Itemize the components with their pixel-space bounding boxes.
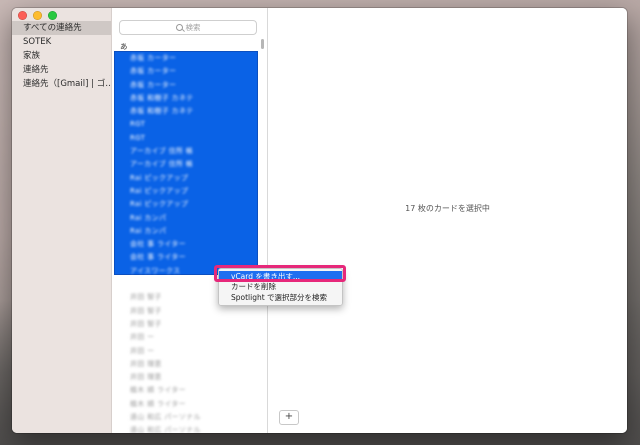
contact-name: Rai カンパ	[130, 226, 167, 235]
contact-row[interactable]: 井田 理恵	[112, 371, 258, 384]
search-placeholder: 検索	[185, 23, 201, 32]
sidebar-item-gmail-contacts[interactable]: 連絡先（[Gmail] | ゴ…	[12, 77, 111, 91]
contact-row[interactable]: 井田 智子	[112, 305, 258, 318]
sidebar-item-contacts[interactable]: 連絡先	[12, 63, 111, 77]
contact-name: Rai カンパ	[130, 213, 167, 222]
contact-name: 遠山 和広 パーソナル	[130, 413, 201, 422]
search-icon	[175, 24, 183, 31]
groups-sidebar: すべての連絡先 SOTEK 家族 連絡先 連絡先（[Gmail] | ゴ…	[12, 8, 112, 433]
close-button[interactable]	[18, 11, 27, 20]
sidebar-item-sotek[interactable]: SOTEK	[12, 35, 111, 49]
contact-name: 赤坂 和樹子 カネテ	[130, 93, 194, 102]
contact-row[interactable]: 遠山 和広 パーソナル	[112, 411, 258, 424]
contact-name: 井田 理恵	[130, 373, 162, 382]
minimize-button[interactable]	[33, 11, 42, 20]
contact-name: 会社 事 ライター	[130, 240, 186, 249]
contact-row[interactable]: 赤坂 カーター	[112, 52, 258, 65]
contact-row[interactable]: 植木 順 ライター	[112, 384, 258, 397]
contacts-list-column: 検索 あ 赤坂 カーター 赤坂 カーター 赤坂 カーター 赤坂 和樹子 カネテ 赤坂 和…	[112, 8, 268, 433]
groups-list: すべての連絡先 SOTEK 家族 連絡先 連絡先（[Gmail] | ゴ…	[12, 21, 111, 91]
contact-name: RGT	[130, 120, 146, 129]
contact-name: 井田 理恵	[130, 359, 162, 368]
contact-row[interactable]: アーカイブ 住所 帳	[112, 145, 258, 158]
contact-name: RGT	[130, 133, 146, 142]
contact-row[interactable]: 井田 ー	[112, 331, 258, 344]
contact-name: 井田 ー	[130, 346, 155, 355]
contact-row[interactable]: 赤坂 和樹子 カネテ	[112, 105, 258, 118]
scrollbar-thumb[interactable]	[261, 39, 264, 49]
contact-row[interactable]: 井田 智子	[112, 318, 258, 331]
contact-detail-pane: 17 枚のカードを選択中 +	[268, 8, 627, 433]
contact-name: 赤坂 カーター	[130, 67, 177, 76]
contact-name: 遠山 和広 パーソナル	[130, 426, 201, 433]
window-controls	[12, 8, 63, 30]
contact-name: アーカイブ 住所 帳	[130, 147, 194, 156]
contact-name: Rai ピックアップ	[130, 200, 189, 209]
zoom-button[interactable]	[48, 11, 57, 20]
contact-name: 赤坂 和樹子 カネテ	[130, 107, 194, 116]
contact-name: アイスワークス	[130, 266, 181, 275]
contact-row[interactable]: アーカイブ 住所 帳	[112, 158, 258, 171]
contact-name: 井田 智子	[130, 319, 162, 328]
contact-row[interactable]: 会社 事 ライター	[112, 251, 258, 264]
contact-name: 井田 ー	[130, 333, 155, 342]
contact-row[interactable]: Rai ピックアップ	[112, 198, 258, 211]
annotation-highlight-box	[214, 265, 346, 282]
contact-name: 井田 智子	[130, 293, 162, 302]
contact-name: 植木 順 ライター	[130, 386, 186, 395]
contacts-window: すべての連絡先 SOTEK 家族 連絡先 連絡先（[Gmail] | ゴ… 検索…	[12, 8, 627, 433]
contact-row[interactable]: 植木 順 ライター	[112, 398, 258, 411]
contact-row[interactable]: 赤坂 カーター	[112, 65, 258, 78]
menu-item-spotlight-search[interactable]: Spotlight で選択部分を検索	[219, 292, 342, 303]
contact-row[interactable]: 会社 事 ライター	[112, 238, 258, 251]
contact-row[interactable]: 井田 ー	[112, 345, 258, 358]
contact-name: 井田 智子	[130, 306, 162, 315]
menu-item-delete-card[interactable]: カードを削除	[219, 281, 342, 292]
contact-row[interactable]: 遠山 和広 パーソナル	[112, 424, 258, 433]
contact-row[interactable]: 赤坂 和樹子 カネテ	[112, 92, 258, 105]
contact-name: アーカイブ 住所 帳	[130, 160, 194, 169]
contact-row[interactable]: Rai カンパ	[112, 212, 258, 225]
contact-row[interactable]: Rai ピックアップ	[112, 172, 258, 185]
search-field[interactable]: 検索	[119, 20, 257, 35]
contact-row[interactable]: Rai ピックアップ	[112, 185, 258, 198]
contact-row[interactable]: Rai カンパ	[112, 225, 258, 238]
contact-rows: 赤坂 カーター 赤坂 カーター 赤坂 カーター赤坂 和樹子 カネテ 赤坂 和樹子 カネ…	[112, 52, 258, 433]
contact-name: 赤坂 カーター	[130, 54, 177, 62]
contact-name: 植木 順 ライター	[130, 399, 186, 408]
add-button[interactable]: +	[279, 410, 299, 425]
contact-name: 赤坂 カーター	[130, 80, 177, 89]
contact-name: アイスワークス	[130, 280, 181, 289]
contact-name: Rai ピックアップ	[130, 173, 189, 182]
contact-row[interactable]: 赤坂 カーター	[112, 79, 258, 92]
contact-name: 会社 事 ライター	[130, 253, 186, 262]
contact-name: Rai ピックアップ	[130, 186, 189, 195]
selection-summary: 17 枚のカードを選択中	[405, 204, 490, 213]
contact-row[interactable]: RGT	[112, 118, 258, 131]
contact-row[interactable]: 井田 理恵	[112, 358, 258, 371]
sidebar-item-family[interactable]: 家族	[12, 49, 111, 63]
contact-row[interactable]: RGT	[112, 132, 258, 145]
